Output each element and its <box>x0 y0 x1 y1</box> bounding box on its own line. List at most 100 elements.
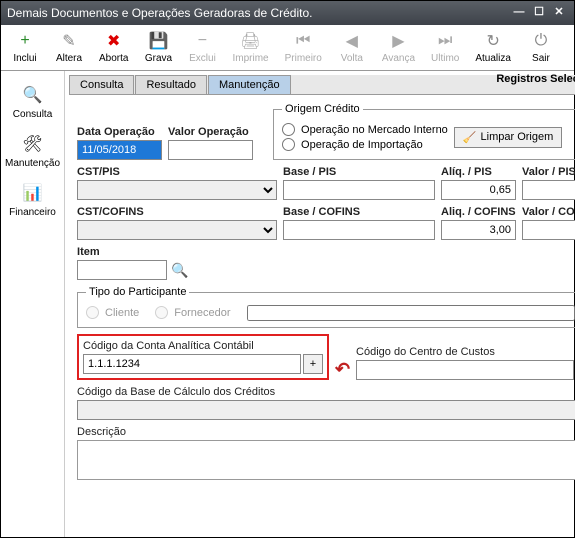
limpar-origem-button[interactable]: 🧹 Limpar Origem <box>454 127 562 148</box>
tab-manutenção[interactable]: Manutenção <box>208 75 291 94</box>
add-conta-button[interactable]: + <box>303 354 323 374</box>
avança-icon: ▶ <box>388 31 408 51</box>
fornecedor-radio <box>155 306 168 319</box>
form-area: Data Operação Valor Operação Origem Créd… <box>69 95 575 533</box>
origem-mercado-radio[interactable] <box>282 123 295 136</box>
sidebar-item-manutenção[interactable]: 🛠 Manutenção <box>1 126 64 175</box>
tool-label: Exclui <box>189 53 216 64</box>
item-label: Item <box>77 246 207 258</box>
manutenção-icon: 🛠 <box>21 132 45 156</box>
base-cofins-input[interactable] <box>283 220 435 240</box>
tool-imprime[interactable]: 🖨 Imprime <box>224 29 276 66</box>
primeiro-icon: ⏮ <box>293 31 313 51</box>
data-operacao-input[interactable] <box>77 140 162 160</box>
tool-exclui[interactable]: − Exclui <box>180 29 224 66</box>
base-cofins-label: Base / COFINS <box>283 206 435 218</box>
origem-legend: Origem Crédito <box>282 103 363 115</box>
tool-altera[interactable]: ✎ Altera <box>47 29 91 66</box>
grava-icon: 💾 <box>148 31 168 51</box>
valor-pis-label: Valor / PIS <box>522 166 575 178</box>
consulta-icon: 🔍 <box>21 83 45 107</box>
minimize-button[interactable]: — <box>510 5 528 21</box>
tool-label: Atualiza <box>475 53 511 64</box>
close-button[interactable]: ✕ <box>550 5 568 21</box>
tool-label: Imprime <box>232 53 268 64</box>
tool-label: Primeiro <box>285 53 322 64</box>
base-pis-input[interactable] <box>283 180 435 200</box>
cst-cofins-label: CST/COFINS <box>77 206 277 218</box>
tool-inclui[interactable]: + Inclui <box>3 29 47 66</box>
tool-ultimo[interactable]: ⏭ Ultimo <box>423 29 467 66</box>
cod-conta-label: Código da Conta Analítica Contábil <box>83 340 323 352</box>
tab-consulta[interactable]: Consulta <box>69 75 134 94</box>
descricao-label: Descrição <box>77 426 575 438</box>
search-icon[interactable]: 🔍 <box>171 262 188 279</box>
cst-pis-label: CST/PIS <box>77 166 277 178</box>
tool-aborta[interactable]: ✖ Aborta <box>91 29 136 66</box>
sidebar-item-financeiro[interactable]: 📊 Financeiro <box>1 175 64 224</box>
valor-cofins-input[interactable] <box>522 220 575 240</box>
atualiza-icon: ↻ <box>483 31 503 51</box>
aliq-pis-label: Alíq. / PIS <box>441 166 516 178</box>
valor-pis-input[interactable] <box>522 180 575 200</box>
valor-operacao-input[interactable] <box>168 140 253 160</box>
origem-import-label: Operação de Importação <box>301 139 423 151</box>
tool-primeiro[interactable]: ⏮ Primeiro <box>277 29 330 66</box>
cod-conta-input[interactable] <box>83 354 301 374</box>
origem-mercado-label: Operação no Mercado Interno <box>301 124 448 136</box>
aborta-icon: ✖ <box>104 31 124 51</box>
tool-label: Sair <box>532 53 550 64</box>
tool-sair[interactable]: ⏻Sair <box>519 29 563 66</box>
tool-label: Volta <box>341 53 363 64</box>
tool-label: Ultimo <box>431 53 459 64</box>
fornecedor-label: Fornecedor <box>174 307 230 319</box>
cst-pis-select[interactable] <box>77 180 277 200</box>
financeiro-icon: 📊 <box>21 181 45 205</box>
toolbar: + Inclui ✎ Altera ✖ Aborta 💾 Grava − Exclui 🖨 Impri… <box>1 25 574 71</box>
cod-base-label: Código da Base de Cálculo dos Créditos <box>77 386 575 398</box>
sidebar-item-consulta[interactable]: 🔍 Consulta <box>1 77 64 126</box>
tool-label: Aborta <box>99 53 128 64</box>
aliq-cofins-input[interactable] <box>441 220 516 240</box>
data-operacao-label: Data Operação <box>77 126 162 138</box>
maximize-button[interactable]: ☐ <box>530 5 548 21</box>
broom-icon: 🧹 <box>463 131 477 144</box>
descricao-area[interactable] <box>77 440 575 480</box>
imprime-icon: 🖨 <box>241 31 261 51</box>
tool-volta[interactable]: ◀ Volta <box>330 29 374 66</box>
valor-cofins-label: Valor / COFINS <box>522 206 575 218</box>
cod-centro-label: Código do Centro de Custos <box>356 346 575 358</box>
tool-label: Altera <box>56 53 82 64</box>
sidebar-label: Consulta <box>13 109 52 120</box>
inclui-icon: + <box>15 31 35 51</box>
origem-import-radio[interactable] <box>282 138 295 151</box>
sidebar-label: Financeiro <box>9 207 56 218</box>
tab-resultado[interactable]: Resultado <box>135 75 207 94</box>
sidebar-label: Manutenção <box>5 158 60 169</box>
aliq-cofins-label: Aliq. / COFINS <box>441 206 516 218</box>
altera-icon: ✎ <box>59 31 79 51</box>
tool-label: Grava <box>145 53 172 64</box>
ultimo-icon: ⏭ <box>435 31 455 51</box>
cod-centro-input[interactable] <box>356 360 574 380</box>
cod-base-select[interactable] <box>77 400 575 420</box>
volta-icon: ◀ <box>342 31 362 51</box>
tool-atualiza[interactable]: ↻ Atualiza <box>467 29 519 66</box>
undo-icon[interactable]: ↶ <box>335 359 350 380</box>
tipo-participante-legend: Tipo do Participante <box>86 286 189 298</box>
limpar-origem-label: Limpar Origem <box>481 131 554 143</box>
window-title: Demais Documentos e Operações Geradoras … <box>7 6 510 20</box>
aliq-pis-input[interactable] <box>441 180 516 200</box>
exclui-icon: − <box>192 31 212 51</box>
participante-input[interactable] <box>247 305 575 321</box>
base-pis-label: Base / PIS <box>283 166 435 178</box>
item-input[interactable] <box>77 260 167 280</box>
tool-label: Avança <box>382 53 415 64</box>
cliente-radio <box>86 306 99 319</box>
tool-avança[interactable]: ▶ Avança <box>374 29 423 66</box>
tool-grava[interactable]: 💾 Grava <box>136 29 180 66</box>
cliente-label: Cliente <box>105 307 139 319</box>
cst-cofins-select[interactable] <box>77 220 277 240</box>
tool-label: Inclui <box>13 53 36 64</box>
registros-label: Registros Selecionados <box>496 73 575 85</box>
